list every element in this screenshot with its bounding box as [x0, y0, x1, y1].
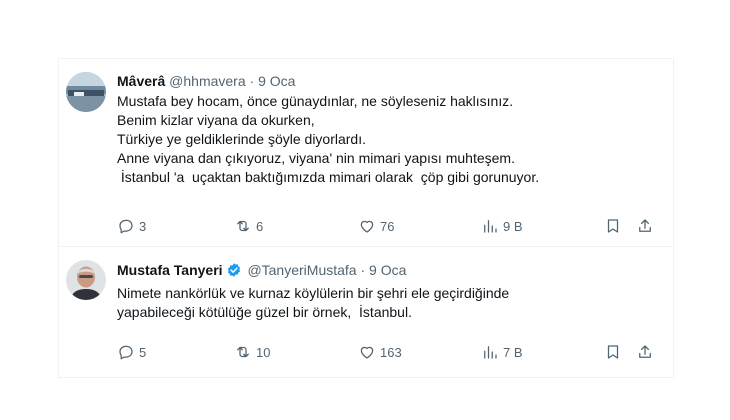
handle[interactable]: @TanyeriMustafa: [247, 262, 356, 278]
repost-button[interactable]: 10: [234, 342, 270, 362]
reply-count: 3: [139, 218, 147, 234]
share-button[interactable]: [636, 216, 654, 236]
bookmark-icon: [607, 219, 619, 233]
repost-icon: [237, 346, 249, 358]
avatar[interactable]: [66, 72, 106, 112]
reply-icon: [119, 219, 133, 234]
display-name[interactable]: Mustafa Tanyeri: [117, 262, 223, 278]
repost-icon: [237, 220, 249, 232]
tweet-text: Mustafa bey hocam, önce günaydınlar, ne …: [117, 93, 540, 185]
views-icon: [484, 220, 497, 233]
share-icon: [639, 345, 651, 358]
share-button[interactable]: [636, 342, 654, 362]
tweet-date[interactable]: 9 Oca: [369, 262, 406, 278]
views-count: 7 B: [503, 344, 523, 360]
avatar[interactable]: [66, 260, 106, 300]
like-button[interactable]: 163: [358, 342, 402, 362]
like-count: 76: [380, 218, 395, 234]
repost-count: 6: [256, 218, 264, 234]
reply-count: 5: [139, 344, 147, 360]
tweet-actions: 5 10 163 7 B: [58, 342, 672, 362]
tweet-date[interactable]: 9 Oca: [258, 73, 295, 89]
views-icon: [484, 346, 497, 359]
repost-count: 10: [256, 344, 271, 360]
header-separator: ·: [360, 262, 366, 278]
bookmark-icon: [607, 345, 619, 359]
tweet-header: Mustafa Tanyeri @TanyeriMustafa · 9 Oca: [117, 261, 660, 282]
header-separator: ·: [249, 73, 255, 89]
tweet-header: Mâverâ @hhmavera · 9 Oca: [117, 72, 660, 90]
verified-badge-icon: [226, 262, 242, 282]
like-count: 163: [380, 344, 402, 360]
views-button[interactable]: 9 B: [481, 216, 523, 236]
bookmark-button[interactable]: [604, 216, 622, 236]
handle[interactable]: @hhmavera: [169, 73, 245, 89]
tweet-reply-mavera[interactable]: Mâverâ @hhmavera · 9 Oca Mustafa bey hoc…: [58, 68, 672, 238]
views-count: 9 B: [503, 218, 523, 234]
share-icon: [639, 219, 651, 232]
views-button[interactable]: 7 B: [481, 342, 523, 362]
like-button[interactable]: 76: [358, 216, 394, 236]
bookmark-button[interactable]: [604, 342, 622, 362]
reply-button[interactable]: 3: [117, 216, 146, 236]
divider-bottom: [58, 377, 672, 378]
tweet-text: Nimete nankörlük ve kurnaz köylülerin bi…: [117, 285, 510, 320]
divider-middle: [58, 246, 672, 247]
tweet-actions: 3 6 76 9 B: [58, 216, 672, 236]
like-icon: [360, 346, 374, 359]
reply-button[interactable]: 5: [117, 342, 146, 362]
reply-icon: [119, 345, 133, 360]
repost-button[interactable]: 6: [234, 216, 263, 236]
like-icon: [360, 220, 374, 233]
display-name[interactable]: Mâverâ: [117, 73, 165, 89]
divider-top: [58, 58, 672, 59]
